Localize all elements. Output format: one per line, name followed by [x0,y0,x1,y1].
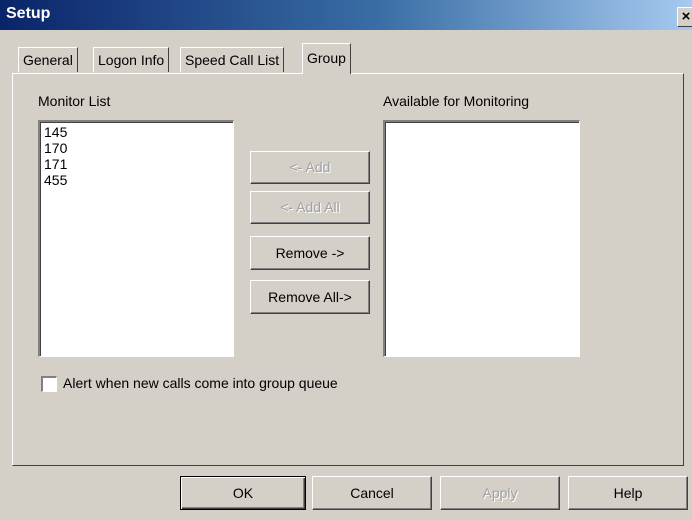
available-list-label: Available for Monitoring [383,93,530,109]
tab-group-label: Group [307,50,346,66]
available-list[interactable] [383,120,580,357]
tab-logon-info-label: Logon Info [98,52,165,68]
tab-general-label: General [23,52,73,68]
list-item[interactable]: 171 [40,156,233,172]
add-all-button-label: <- Add All [280,199,340,215]
apply-button[interactable]: Apply [440,476,560,510]
remove-all-button[interactable]: Remove All-> [250,280,370,314]
list-item[interactable]: 145 [40,124,233,140]
add-button[interactable]: <- Add [250,151,370,184]
apply-button-label: Apply [482,485,518,501]
list-item[interactable]: 455 [40,172,233,188]
help-button[interactable]: Help [568,476,688,510]
help-button-label: Help [613,485,643,501]
remove-button-label: Remove -> [275,245,345,261]
cancel-button-label: Cancel [350,485,394,501]
alert-checkbox-label[interactable]: Alert when new calls come into group que… [63,375,338,391]
monitor-list[interactable]: 145 170 171 455 [38,120,234,357]
remove-all-button-label: Remove All-> [268,289,352,305]
cancel-button[interactable]: Cancel [312,476,432,510]
title-bar: Setup × [0,0,692,30]
close-button[interactable]: × [677,7,692,27]
add-all-button[interactable]: <- Add All [250,191,370,224]
tab-speed-call-list[interactable]: Speed Call List [180,47,285,72]
list-item[interactable]: 170 [40,140,233,156]
tab-group[interactable]: Group [302,43,351,74]
window-title: Setup [6,5,51,22]
ok-button[interactable]: OK [180,476,306,510]
alert-checkbox[interactable] [41,376,57,392]
tab-speed-call-list-label: Speed Call List [185,52,280,68]
remove-button[interactable]: Remove -> [250,236,370,270]
add-button-label: <- Add [289,159,331,175]
tab-logon-info[interactable]: Logon Info [93,47,170,72]
ok-button-label: OK [232,485,254,501]
tab-general[interactable]: General [18,47,78,72]
close-icon: × [681,8,691,25]
monitor-list-label: Monitor List [38,93,111,109]
